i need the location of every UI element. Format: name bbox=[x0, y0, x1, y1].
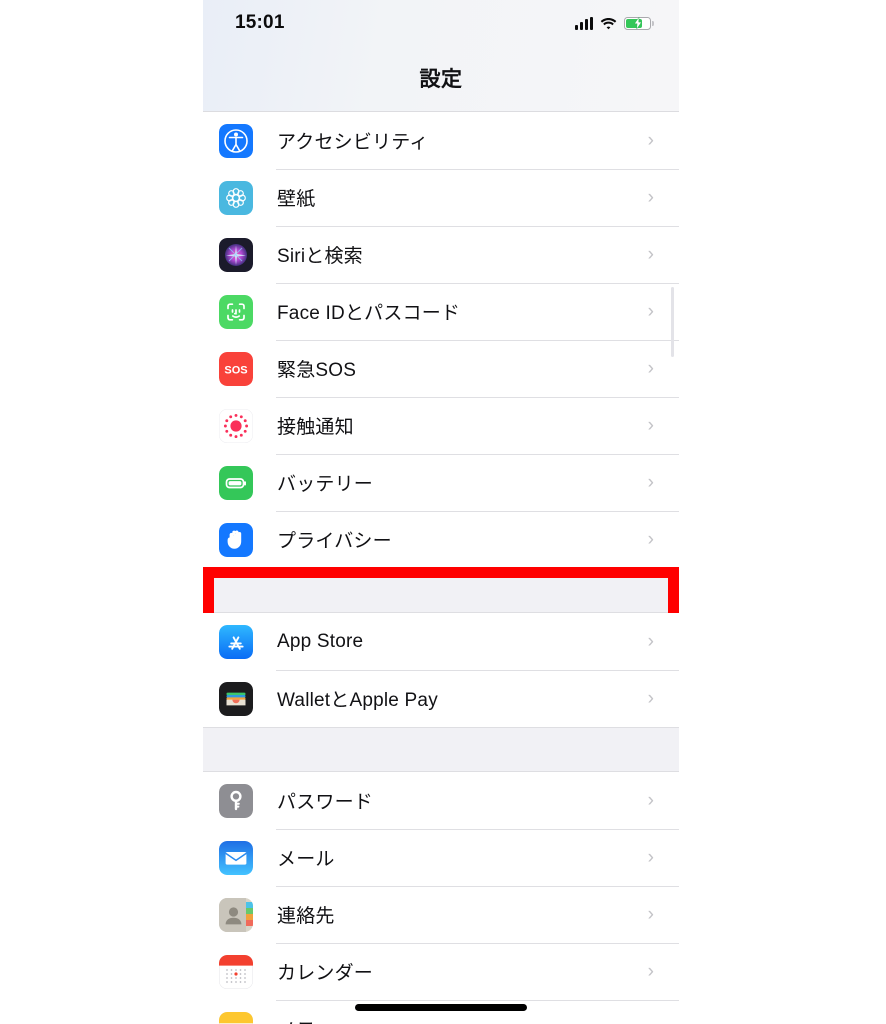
calendar-icon bbox=[219, 954, 253, 989]
settings-row-mail[interactable]: メール › bbox=[203, 829, 679, 886]
status-bar: 15:01 bbox=[203, 0, 679, 46]
password-key-icon bbox=[219, 783, 253, 818]
wallpaper-icon bbox=[219, 180, 253, 215]
contacts-icon bbox=[219, 897, 253, 932]
chevron-right-icon: › bbox=[647, 631, 654, 652]
settings-row-privacy[interactable]: プライバシー › bbox=[203, 511, 679, 568]
face-id-icon bbox=[219, 294, 253, 329]
settings-list[interactable]: アクセシビリティ › 壁紙 › Siriと検索 › Face IDとパスコード … bbox=[203, 112, 679, 1024]
settings-row-label: アクセシビリティ bbox=[277, 132, 429, 153]
battery-charging-icon bbox=[624, 16, 654, 30]
cellular-signal-icon bbox=[575, 16, 593, 30]
settings-row-label: 接触通知 bbox=[277, 417, 354, 438]
settings-row-siri-search[interactable]: Siriと検索 › bbox=[203, 226, 679, 283]
settings-row-label: Siriと検索 bbox=[277, 246, 363, 267]
chevron-right-icon: › bbox=[647, 961, 654, 982]
svg-text:SOS: SOS bbox=[224, 364, 247, 376]
chevron-right-icon: › bbox=[647, 529, 654, 550]
settings-group-stores: App Store › WalletとApple Pay › bbox=[203, 613, 679, 727]
settings-row-contacts[interactable]: 連絡先 › bbox=[203, 886, 679, 943]
home-indicator[interactable] bbox=[355, 1004, 527, 1011]
scroll-indicator[interactable] bbox=[671, 287, 674, 357]
exposure-notification-icon bbox=[219, 408, 253, 443]
settings-row-exposure-notifications[interactable]: 接触通知 › bbox=[203, 397, 679, 454]
chevron-right-icon: › bbox=[647, 187, 654, 208]
app-store-icon bbox=[219, 624, 253, 659]
status-bar-clock: 15:01 bbox=[235, 12, 285, 33]
wallet-icon bbox=[219, 681, 253, 716]
privacy-hand-icon bbox=[219, 522, 253, 557]
settings-row-label: メール bbox=[277, 849, 335, 870]
settings-row-label: パスワード bbox=[277, 792, 374, 813]
settings-row-label: バッテリー bbox=[277, 474, 374, 495]
chevron-right-icon: › bbox=[647, 472, 654, 493]
chevron-right-icon: › bbox=[647, 301, 654, 322]
settings-row-app-store[interactable]: App Store › bbox=[203, 613, 679, 670]
wifi-icon bbox=[600, 17, 617, 30]
chevron-right-icon: › bbox=[647, 688, 654, 709]
chevron-right-icon: › bbox=[647, 130, 654, 151]
settings-row-face-id-passcode[interactable]: Face IDとパスコード › bbox=[203, 283, 679, 340]
mail-icon bbox=[219, 840, 253, 875]
navigation-header: 15:01 設定 bbox=[203, 0, 679, 112]
settings-row-label: メモ bbox=[277, 1015, 648, 1024]
settings-row-label: Face IDとパスコード bbox=[277, 303, 461, 324]
settings-row-label: WalletとApple Pay bbox=[277, 690, 438, 711]
chevron-right-icon: › bbox=[647, 904, 654, 925]
battery-settings-icon bbox=[219, 465, 253, 500]
settings-row-calendar[interactable]: カレンダー › bbox=[203, 943, 679, 1000]
chevron-right-icon: › bbox=[648, 1019, 654, 1024]
settings-group-apps: パスワード › メール › 連絡先 › カレンダー › bbox=[203, 772, 679, 1024]
settings-row-passwords[interactable]: パスワード › bbox=[203, 772, 679, 829]
chevron-right-icon: › bbox=[647, 847, 654, 868]
page-title: 設定 bbox=[419, 68, 463, 91]
iphone-settings-screen: 15:01 設定 アクセシビリティ › 壁紙 › Siriと検索 › Face … bbox=[203, 0, 679, 1024]
accessibility-icon bbox=[219, 123, 253, 158]
settings-row-battery[interactable]: バッテリー › bbox=[203, 454, 679, 511]
section-separator bbox=[203, 568, 679, 613]
settings-row-label: 連絡先 bbox=[277, 906, 335, 927]
settings-row-emergency-sos[interactable]: SOS 緊急SOS › bbox=[203, 340, 679, 397]
chevron-right-icon: › bbox=[647, 790, 654, 811]
chevron-right-icon: › bbox=[647, 415, 654, 436]
settings-row-label: App Store bbox=[277, 630, 364, 652]
status-bar-indicators bbox=[575, 16, 654, 30]
settings-group-system: アクセシビリティ › 壁紙 › Siriと検索 › Face IDとパスコード … bbox=[203, 112, 679, 633]
settings-row-label: カレンダー bbox=[277, 963, 374, 984]
emergency-sos-icon: SOS bbox=[219, 351, 253, 386]
chevron-right-icon: › bbox=[647, 244, 654, 265]
chevron-right-icon: › bbox=[647, 358, 654, 379]
notes-icon bbox=[219, 1011, 253, 1024]
section-separator bbox=[203, 727, 679, 772]
settings-row-wallet-apple-pay[interactable]: WalletとApple Pay › bbox=[203, 670, 679, 727]
siri-icon bbox=[219, 237, 253, 272]
settings-row-accessibility[interactable]: アクセシビリティ › bbox=[203, 112, 679, 169]
settings-row-label: 緊急SOS bbox=[277, 360, 357, 381]
settings-row-wallpaper[interactable]: 壁紙 › bbox=[203, 169, 679, 226]
navbar: 設定 bbox=[203, 45, 679, 111]
settings-row-label: プライバシー bbox=[277, 531, 392, 552]
settings-row-label: 壁紙 bbox=[277, 189, 316, 210]
